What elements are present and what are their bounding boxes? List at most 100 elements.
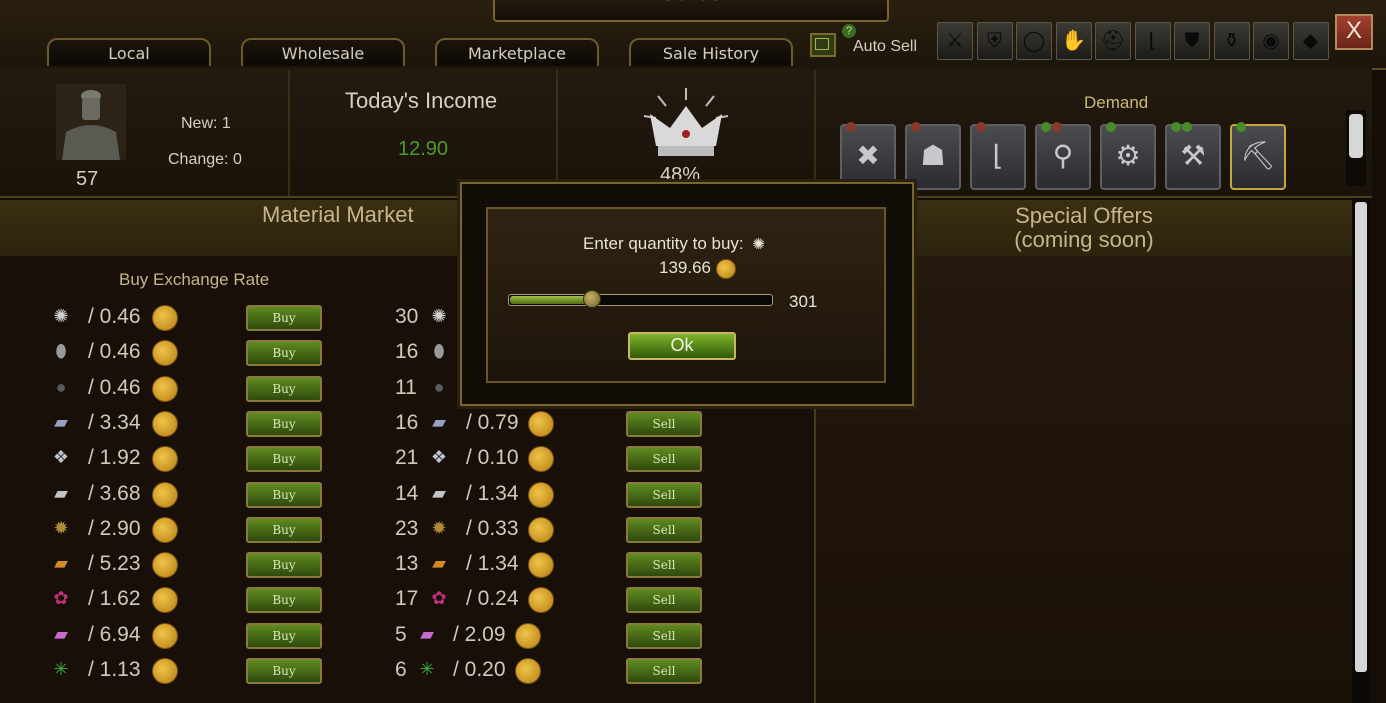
demand-item[interactable]: ⚒ [1165, 122, 1221, 190]
buy-button[interactable]: Buy [246, 305, 322, 331]
buy-button[interactable]: Buy [246, 587, 322, 614]
buy-button[interactable]: Buy [246, 446, 322, 473]
buy-button[interactable]: Buy [246, 340, 322, 367]
reputation-percent: 48% [660, 164, 701, 182]
boot-icon[interactable]: ⌊ [1134, 22, 1171, 60]
merchant-avatar [56, 84, 126, 160]
buy-rate: / 6.94 [88, 622, 141, 646]
stock-quantity: 11 [395, 375, 417, 399]
divider [814, 70, 816, 196]
ring-icon[interactable]: ◯ [1016, 22, 1052, 60]
stone-icon: ⬮ [55, 341, 67, 362]
dialog-prompt: Enter quantity to buy: ✺ [583, 234, 765, 254]
merchant-level: 57 [76, 168, 99, 190]
ore-icon: ✺ [752, 236, 765, 253]
hammer-icon: ⚒ [1180, 140, 1206, 171]
status-dot-red [976, 122, 986, 132]
glove-icon[interactable]: ✋ [1055, 22, 1092, 60]
shield-icon[interactable]: ⛊ [1174, 22, 1210, 60]
gold-coin-icon [152, 410, 178, 437]
copper-ore-icon: ✹ [53, 517, 69, 538]
demand-scroll-thumb[interactable] [1349, 114, 1363, 158]
sell-rate: / 0.33 [466, 516, 519, 540]
status-dot-green [1171, 122, 1181, 132]
potion-icon[interactable]: ⚱ [1213, 22, 1250, 60]
coal-icon: ● [433, 376, 445, 397]
purple-bar-icon: ▰ [54, 623, 68, 644]
buy-rate: / 0.46 [88, 375, 141, 399]
herb-icon: ✳ [419, 659, 435, 679]
buy-button[interactable]: Buy [246, 658, 322, 684]
ore-icon: ✺ [431, 306, 447, 326]
sword-icon[interactable]: ⚔ [937, 22, 973, 60]
income-title: Today's Income [345, 88, 498, 113]
stock-quantity: 16 [395, 340, 419, 364]
tab-marketplace[interactable]: Marketplace [435, 38, 599, 66]
ok-button[interactable]: Ok [628, 332, 736, 360]
quantity-slider-thumb[interactable] [583, 290, 601, 308]
gold-coin-icon [152, 552, 178, 579]
help-icon[interactable]: ? [842, 24, 856, 38]
buy-button[interactable]: Buy [246, 410, 322, 437]
buy-button[interactable]: Buy [246, 552, 322, 579]
buy-button[interactable]: Buy [246, 516, 322, 543]
status-dot-green [1106, 122, 1116, 132]
demand-item[interactable]: ⌊ [970, 122, 1026, 190]
demand-item[interactable]: ⚲ [1035, 122, 1091, 190]
gold-coin-icon [528, 516, 554, 543]
bronze-bar-icon: ▰ [432, 553, 446, 574]
buy-button[interactable]: Buy [246, 622, 322, 649]
stock-quantity: 6 [395, 658, 407, 681]
armor-icon[interactable]: ⛨ [976, 22, 1013, 60]
tongs-icon: ⚲ [1052, 140, 1074, 171]
demand-item[interactable]: ✖ [840, 122, 896, 190]
amulet-icon[interactable]: ◉ [1253, 22, 1289, 60]
bronze-bar-icon: ▰ [54, 553, 68, 574]
sell-button[interactable]: Sell [626, 622, 702, 649]
buy-button[interactable]: Buy [246, 375, 322, 402]
berry-ore-icon: ✿ [53, 588, 69, 609]
main-scroll-thumb[interactable] [1355, 202, 1367, 672]
sell-rate: / 0.79 [466, 410, 519, 434]
gold-coin-icon [515, 658, 541, 684]
buy-rate: / 1.92 [88, 446, 141, 470]
tab-local[interactable]: Local [47, 38, 211, 66]
tab-sale-history[interactable]: Sale History [629, 38, 793, 66]
buy-rate: / 1.62 [88, 587, 141, 611]
buy-button[interactable]: Buy [246, 481, 322, 508]
close-button[interactable]: X [1335, 14, 1373, 50]
auto-sell-checkbox[interactable] [810, 33, 836, 57]
gold-coin-icon [152, 516, 178, 543]
crystal-ore-icon: ❖ [52, 447, 70, 468]
gold-coin-icon [152, 446, 178, 473]
copper-ore-icon: ✹ [431, 517, 447, 538]
stock-quantity: 5 [395, 622, 407, 646]
tab-wholesale[interactable]: Wholesale [241, 38, 405, 66]
helmet-icon[interactable]: ⛑ [1095, 22, 1131, 60]
gold-coin-icon [528, 410, 554, 437]
stone-icon: ⬮ [433, 341, 445, 362]
sell-button[interactable]: Sell [626, 516, 702, 543]
status-dot-red [911, 122, 921, 132]
sell-button[interactable]: Sell [626, 552, 702, 579]
sell-button[interactable]: Sell [626, 587, 702, 614]
gem-icon[interactable]: ◆ [1292, 22, 1329, 60]
coal-icon: ● [55, 376, 67, 397]
stock-quantity: 17 [395, 587, 419, 611]
status-dot-red [846, 122, 856, 132]
demand-item[interactable]: ☗ [905, 122, 961, 190]
demand-item[interactable]: ⛏ [1230, 122, 1286, 190]
gold-coin-icon [152, 622, 178, 649]
material-market-title: Material Market [262, 202, 414, 227]
sell-button[interactable]: Sell [626, 446, 702, 473]
sell-button[interactable]: Sell [626, 410, 702, 437]
demand-item[interactable]: ⚙ [1100, 122, 1156, 190]
gauntlets-icon: ✖ [856, 140, 880, 171]
crown-icon [643, 88, 729, 156]
stock-quantity: 14 [395, 481, 419, 505]
sell-button[interactable]: Sell [626, 658, 702, 684]
sell-button[interactable]: Sell [626, 481, 702, 508]
gold-coin-icon [528, 481, 554, 508]
quantity-slider-fill [510, 296, 591, 304]
wheel-icon: ⚙ [1115, 140, 1141, 171]
